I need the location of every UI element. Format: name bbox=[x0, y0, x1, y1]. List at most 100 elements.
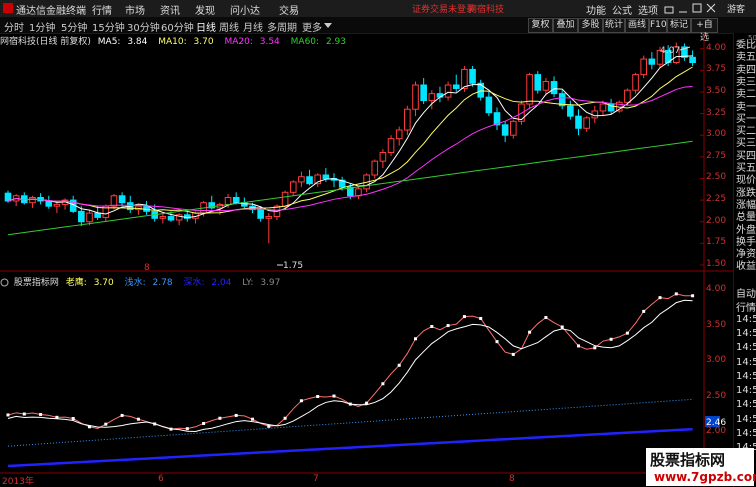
menu-quotes[interactable]: 行情 bbox=[92, 2, 112, 17]
period-15min[interactable]: 15分钟 bbox=[92, 19, 125, 34]
eagle-point bbox=[6, 413, 10, 417]
period-1min[interactable]: 1分钟 bbox=[29, 19, 55, 34]
menu-options[interactable]: 选项 bbox=[638, 2, 658, 17]
price-axis-label: 2.75 bbox=[706, 150, 727, 161]
eagle-point bbox=[414, 337, 417, 341]
minimize-icon[interactable] bbox=[678, 4, 688, 14]
shallow-line bbox=[7, 398, 693, 447]
quote-panel-label[interactable]: 自动 bbox=[736, 285, 756, 300]
tool-draw-button[interactable]: 画线 bbox=[625, 18, 649, 33]
price-axis-label: 3.25 bbox=[706, 107, 727, 118]
quote-panel-label[interactable]: 14:5 bbox=[736, 428, 756, 439]
eagle-point bbox=[609, 337, 613, 341]
menu-function[interactable]: 功能 bbox=[586, 2, 606, 17]
period-timeshare[interactable]: 分时 bbox=[4, 19, 24, 34]
ma-lines bbox=[7, 55, 693, 236]
tool-adjust-button[interactable]: 复权 bbox=[528, 18, 553, 33]
tool-f10-button[interactable]: F10 bbox=[649, 18, 667, 33]
quote-panel-label[interactable]: 14:5 bbox=[736, 385, 756, 396]
menu-formula[interactable]: 公式 bbox=[612, 2, 632, 17]
candle-body bbox=[78, 210, 85, 223]
eagle-point bbox=[202, 421, 206, 425]
quote-panel-label[interactable]: 14:5 bbox=[736, 342, 756, 353]
tool-stats-button[interactable]: 统计 bbox=[603, 18, 625, 33]
candle-body bbox=[510, 120, 517, 136]
eagle-point bbox=[332, 394, 336, 398]
menu-market[interactable]: 市场 bbox=[125, 2, 145, 17]
period-toolbar: 分时 1分钟 5分钟 15分钟 30分钟 60分钟 日线 周线 月线 多周期 更… bbox=[0, 17, 756, 43]
eagle-point bbox=[397, 363, 401, 367]
main-gridlines bbox=[700, 48, 704, 266]
eagle-point bbox=[544, 316, 548, 320]
candle-body bbox=[575, 115, 582, 129]
quote-panel-label[interactable]: 行情 bbox=[736, 299, 756, 314]
login-notice[interactable]: 证券交易未登录 bbox=[412, 2, 475, 15]
quote-panel-label[interactable]: 14:5 bbox=[736, 314, 756, 325]
period-daily[interactable]: 日线 bbox=[196, 19, 216, 34]
period-30min[interactable]: 30分钟 bbox=[127, 19, 160, 34]
quote-panel-label[interactable]: 14:5 bbox=[736, 414, 756, 425]
quote-panel-label[interactable]: 14:5 bbox=[736, 371, 756, 382]
candle-body bbox=[45, 200, 53, 207]
candle-body bbox=[534, 74, 542, 91]
chevron-down-icon[interactable] bbox=[324, 23, 332, 28]
price-axis-label: 3.00 bbox=[706, 129, 727, 140]
tool-mark-button[interactable]: 标记 bbox=[667, 18, 691, 33]
candle-body bbox=[624, 89, 631, 103]
tool-multi-stock-button[interactable]: 多股 bbox=[578, 18, 603, 33]
menu-discover[interactable]: 发现 bbox=[195, 2, 215, 17]
quote-panel-label[interactable]: 14:5 bbox=[736, 357, 756, 368]
close-icon[interactable] bbox=[706, 3, 716, 13]
candle-body bbox=[265, 216, 273, 219]
candle-body bbox=[461, 68, 468, 89]
quote-panel-label[interactable]: 14:5 bbox=[736, 328, 756, 339]
bar-marker: 8 bbox=[144, 263, 150, 273]
period-5min[interactable]: 5分钟 bbox=[61, 19, 87, 34]
menu-news[interactable]: 资讯 bbox=[160, 2, 180, 17]
price-axis-label: 3.75 bbox=[706, 64, 727, 75]
indicator-lines bbox=[6, 292, 695, 468]
menu-trade[interactable]: 交易 bbox=[279, 2, 299, 17]
eagle-point bbox=[185, 427, 189, 431]
candle-body bbox=[167, 216, 175, 221]
candle-body bbox=[306, 176, 313, 185]
quote-panel-label[interactable]: 14:5 bbox=[736, 399, 756, 410]
eagle-point bbox=[642, 309, 646, 313]
period-60min[interactable]: 60分钟 bbox=[161, 19, 194, 34]
menubar: 通达信金融终端 行情 市场 资讯 发现 问小达 交易 证券交易未登录 网宿科技 … bbox=[0, 0, 756, 18]
period-more[interactable]: 更多 bbox=[302, 19, 322, 34]
candle-body bbox=[640, 58, 648, 76]
maximize-icon[interactable] bbox=[692, 3, 702, 13]
eagle-point bbox=[22, 412, 26, 416]
eagle-point bbox=[560, 325, 564, 329]
price-axis-label: 1.50 bbox=[706, 259, 727, 269]
period-multi[interactable]: 多周期 bbox=[267, 19, 297, 34]
candle-body bbox=[599, 103, 607, 112]
candle-body bbox=[110, 195, 118, 207]
eagle-point bbox=[120, 413, 124, 417]
tool-add-watchlist-button[interactable]: +自选 bbox=[691, 18, 718, 43]
guest-label[interactable]: 游客 bbox=[727, 2, 745, 15]
eagle-point bbox=[462, 315, 466, 319]
candle-body bbox=[542, 81, 550, 91]
candle-body bbox=[485, 96, 493, 114]
headset-icon[interactable] bbox=[664, 4, 674, 14]
tool-overlay-button[interactable]: 叠加 bbox=[553, 18, 578, 33]
quote-side-panel: 500 委比卖五卖四卖三卖二卖一买一买二买三买四买五现价涨跌涨幅总量外盘换手净资… bbox=[733, 33, 756, 487]
watermark-url: www.7gpzb.com bbox=[654, 470, 756, 484]
period-weekly[interactable]: 周线 bbox=[219, 19, 239, 34]
eagle-point bbox=[316, 395, 320, 399]
deep-line bbox=[7, 427, 693, 468]
eagle-point bbox=[218, 416, 222, 420]
eagle-point bbox=[71, 417, 75, 421]
candle-body bbox=[387, 138, 395, 154]
eagle-point bbox=[511, 352, 515, 356]
period-monthly[interactable]: 月线 bbox=[243, 19, 263, 34]
kline-chart[interactable]: 4.07 1.75 8 2.46 bbox=[0, 33, 733, 487]
candle-body bbox=[29, 197, 36, 204]
stock-name-top: 网宿科技 bbox=[468, 5, 505, 15]
eagle-point bbox=[251, 417, 254, 421]
candle-body bbox=[632, 74, 639, 91]
menu-ask[interactable]: 问小达 bbox=[230, 2, 260, 17]
candle-body bbox=[4, 192, 12, 202]
